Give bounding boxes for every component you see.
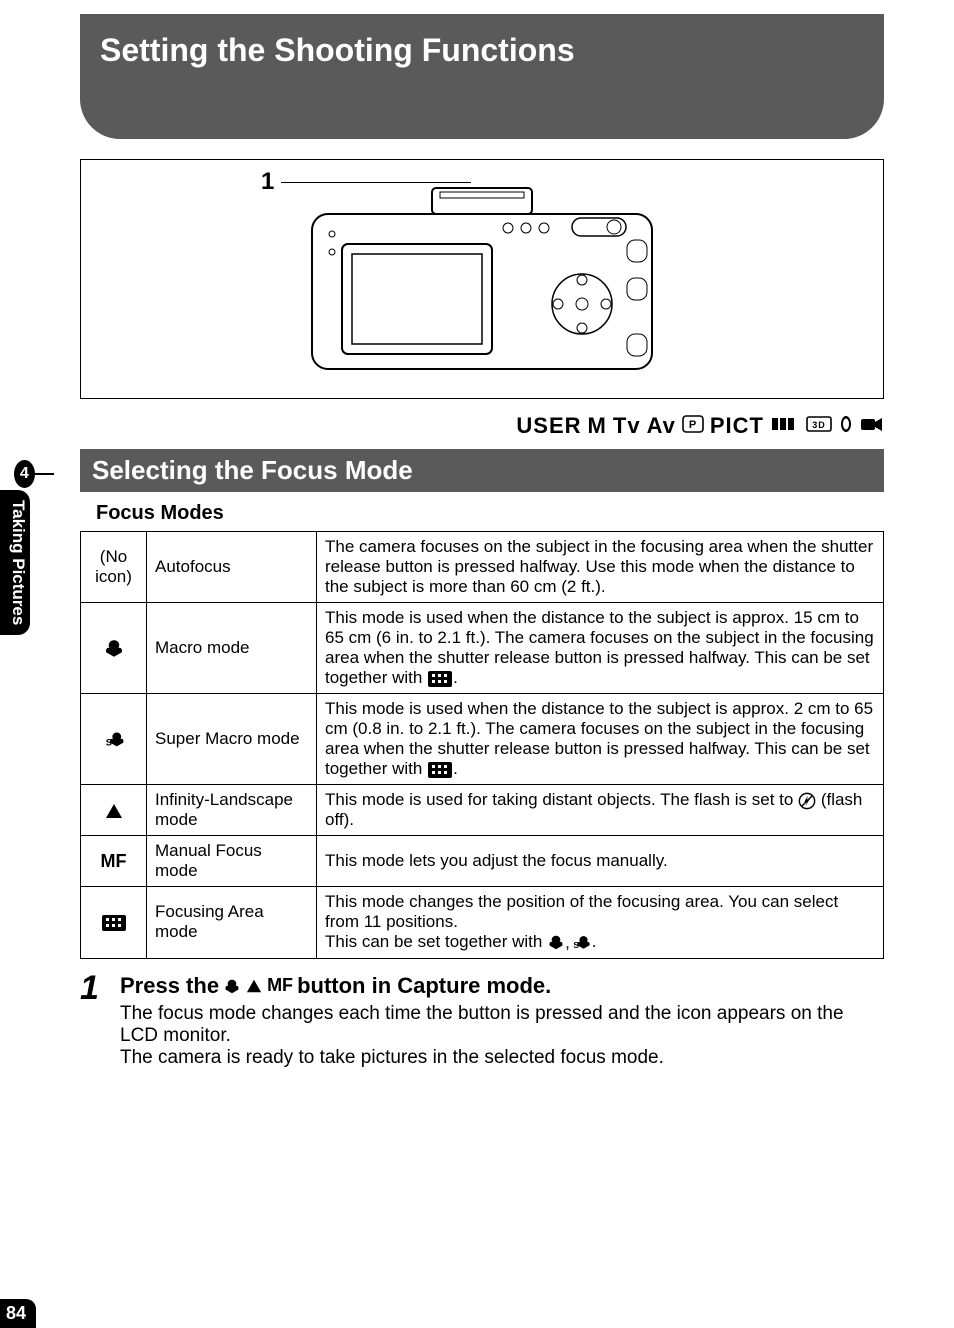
- focusing-area-icon: [427, 670, 453, 688]
- table-row: Macro modeThis mode is used when the dis…: [81, 603, 884, 694]
- mode-burst-icon: [770, 413, 800, 439]
- macro-icon: [223, 977, 241, 995]
- page-title: Setting the Shooting Functions: [100, 32, 575, 68]
- step-title: Press the MF button in Capture mode.: [120, 973, 884, 999]
- focus-modes-table: (No icon)AutofocusThe camera focuses on …: [80, 531, 884, 959]
- mode-description: This mode is used when the distance to t…: [317, 603, 884, 694]
- table-row: MFManual Focus modeThis mode lets you ad…: [81, 836, 884, 887]
- table-row: (No icon)AutofocusThe camera focuses on …: [81, 532, 884, 603]
- table-row: Focusing Area modeThis mode changes the …: [81, 887, 884, 959]
- macro-pair-icons: , S: [547, 933, 592, 953]
- macro-icon: [81, 603, 147, 694]
- camera-diagram: 1: [80, 159, 884, 399]
- super-macro-icon: S: [81, 694, 147, 785]
- mode-p-icon: P: [682, 413, 704, 439]
- chapter-indicator: 4: [14, 460, 54, 488]
- mode-filter-icon: [838, 413, 854, 439]
- section-header: Selecting the Focus Mode: [80, 449, 884, 492]
- infinity-icon: [245, 978, 263, 994]
- mode-name: Infinity-Landscape mode: [147, 785, 317, 836]
- table-row: Infinity-Landscape modeThis mode is used…: [81, 785, 884, 836]
- mode-description: This mode is used for taking distant obj…: [317, 785, 884, 836]
- mode-name: Macro mode: [147, 603, 317, 694]
- mode-description: This mode is used when the distance to t…: [317, 694, 884, 785]
- mode-name: Focusing Area mode: [147, 887, 317, 959]
- section-header-text: Selecting the Focus Mode: [92, 455, 413, 485]
- step-title-pre: Press the: [120, 973, 219, 999]
- page-title-bar: Setting the Shooting Functions: [80, 14, 884, 139]
- step-body-2: The camera is ready to take pictures in …: [120, 1047, 884, 1069]
- mode-tv-label: Tv: [613, 413, 641, 439]
- mode-av-label: Av: [647, 413, 676, 439]
- mode-name: Manual Focus mode: [147, 836, 317, 887]
- chapter-number: 4: [14, 460, 35, 488]
- instruction-step: 1 Press the MF button in Capture mode. T…: [80, 969, 884, 1069]
- mode-user-label: USER: [516, 413, 581, 439]
- applicable-modes-row: USER M Tv Av P PICT 3D: [80, 407, 884, 449]
- svg-text:3D: 3D: [812, 420, 826, 430]
- mode-description: This mode changes the position of the fo…: [317, 887, 884, 959]
- svg-text:P: P: [689, 419, 697, 431]
- focusing-area-icon: [427, 761, 453, 779]
- mode-name: Autofocus: [147, 532, 317, 603]
- step-number: 1: [80, 969, 120, 1008]
- step-body-1: The focus mode changes each time the but…: [120, 1003, 884, 1047]
- section-tab: Taking Pictures: [0, 490, 30, 635]
- sidebar: 4 Taking Pictures: [0, 460, 54, 635]
- flash-off-icon: [798, 792, 816, 810]
- mode-m-label: M: [588, 413, 607, 439]
- mf-icon: MF: [81, 836, 147, 887]
- mf-label: MF: [267, 975, 293, 996]
- step-title-post: button in Capture mode.: [297, 973, 551, 999]
- focus-modes-heading: Focus Modes: [96, 502, 884, 525]
- mode-description: The camera focuses on the subject in the…: [317, 532, 884, 603]
- mode-name: Super Macro mode: [147, 694, 317, 785]
- camera-illustration-icon: [282, 174, 682, 384]
- diagram-leader-line: [281, 182, 471, 183]
- mode-description: This mode lets you adjust the focus manu…: [317, 836, 884, 887]
- diagram-callout-label: 1: [261, 168, 274, 196]
- mode-3d-icon: 3D: [806, 413, 832, 439]
- infinity-icon: [81, 785, 147, 836]
- mode-movie-icon: [860, 413, 884, 439]
- table-row: SSuper Macro modeThis mode is used when …: [81, 694, 884, 785]
- chapter-line: [35, 473, 54, 475]
- no-icon: (No icon): [81, 532, 147, 603]
- mode-pict-label: PICT: [710, 413, 764, 439]
- focusing-area-icon: [81, 887, 147, 959]
